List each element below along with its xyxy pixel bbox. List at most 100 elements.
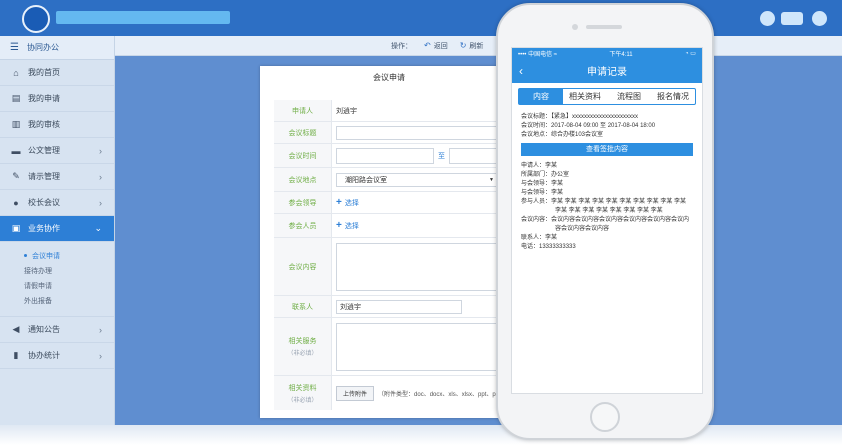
- toolbar-ops-label: 操作：: [391, 42, 412, 50]
- carrier-label: •••• 中国电信 ≈: [518, 51, 558, 58]
- speaker-grille: [586, 25, 622, 29]
- sidebar-item-principal-meetings[interactable]: ● 校长会议 ›: [0, 190, 114, 216]
- sidebar-subitem-reception[interactable]: 接待办理: [0, 263, 114, 278]
- contact-input[interactable]: 刘逍宇: [336, 299, 462, 314]
- content-info: 会议内容：会议内容会议内容会议内容会议内容会议内容会议内容会议内容会议内容: [521, 217, 690, 232]
- tab-flowchart[interactable]: 流程图: [607, 89, 651, 104]
- edit-icon: ✎: [12, 171, 20, 181]
- sidebar-item-label: 业务协作: [28, 224, 60, 233]
- content-textarea[interactable]: [336, 242, 506, 291]
- form-title: 会议申请: [373, 73, 405, 82]
- select-label: 选择: [344, 222, 359, 230]
- applicant-label: 申请人: [274, 100, 332, 121]
- user-icon: ●: [13, 197, 19, 208]
- attendees-info: 参与人员：李某 李某 李某 李某 李某 李某 李某 李某 李某 李某 李某 李某…: [521, 199, 687, 214]
- message-icon[interactable]: [781, 12, 803, 25]
- time-label: 会议时间: [274, 144, 332, 167]
- settings-icon[interactable]: [812, 11, 827, 26]
- sidebar-item-my-reviews[interactable]: ▥ 我的审核: [0, 112, 114, 138]
- phone-screen: •••• 中国电信 ≈ 下午4:11 ◔ ▭ ‹ 申请记录 内容 相关资料 流程…: [511, 47, 703, 394]
- form-row-leaders: 参会领导 + 选择: [274, 192, 518, 214]
- sidebar-item-home[interactable]: ⌂ 我的首页: [0, 60, 114, 86]
- status-bar: •••• 中国电信 ≈ 下午4:11 ◔ ▭: [512, 48, 702, 58]
- topic-input[interactable]: [336, 125, 506, 140]
- tab-materials[interactable]: 相关资料: [563, 89, 607, 104]
- home-icon: ⌂: [13, 67, 19, 78]
- sidebar-item-label: 我的申请: [28, 94, 60, 103]
- sidebar-header-label: 协同办公: [26, 43, 59, 52]
- sidebar-item-requests[interactable]: ✎ 请示管理 ›: [0, 164, 114, 190]
- logo: [22, 5, 50, 33]
- phone-content: 会议标题：【紧急】xxxxxxxxxxxxxxxxxxxxxx 会议时间：201…: [512, 105, 702, 252]
- meeting-topic: 会议标题：【紧急】xxxxxxxxxxxxxxxxxxxxxx: [521, 114, 639, 120]
- contact-input-value: 刘逍宇: [340, 303, 361, 311]
- bullet-icon: [24, 254, 27, 257]
- topic-label: 会议标题: [274, 122, 332, 143]
- sidebar-item-notices[interactable]: ◀ 通知公告 ›: [0, 317, 114, 343]
- sidebar-subitem-meeting-apply[interactable]: 会议申请: [0, 248, 114, 263]
- form-row-contact: 联系人 刘逍宇: [274, 296, 518, 318]
- book-icon: ▥: [11, 119, 21, 129]
- status-time: 下午4:11: [609, 51, 633, 58]
- menu-icon[interactable]: ☰: [10, 42, 19, 53]
- attach-label: 相关资料 （非必填）: [274, 376, 332, 410]
- undo-icon: ↶: [424, 41, 431, 50]
- sidebar-item-label: 我的首页: [28, 68, 60, 77]
- services-textarea[interactable]: [336, 322, 506, 371]
- sidebar-subitem-label: 请假申请: [24, 282, 52, 290]
- tab-content[interactable]: 内容: [519, 89, 563, 104]
- sidebar-item-label: 通知公告: [28, 325, 60, 334]
- sidebar-header[interactable]: ☰ 协同办公: [0, 36, 114, 60]
- attach-optional-note: （非必填）: [287, 397, 318, 404]
- user-avatar-icon[interactable]: [760, 11, 775, 26]
- sidebar-item-label: 协办统计: [28, 351, 60, 360]
- refresh-button[interactable]: ↻ 刷新: [460, 41, 484, 51]
- sidebar-item-label: 请示管理: [28, 172, 60, 181]
- refresh-icon: ↻: [459, 41, 467, 50]
- form-row-content: 会议内容: [274, 238, 518, 296]
- chevron-down-icon: ⌄: [94, 223, 102, 233]
- toolbar: 操作： ↶ 返回 ↻ 刷新: [115, 36, 842, 56]
- meeting-place: 会议地点：综合办楼103会议室: [521, 132, 604, 138]
- contact-info: 联系人：李某: [521, 235, 558, 241]
- applicant-info: 申请人：李某: [521, 163, 558, 169]
- place-select[interactable]: 潮阳路会议室 ▼: [336, 172, 498, 187]
- back-arrow-icon[interactable]: ‹: [519, 64, 523, 78]
- sidebar-item-business-collab[interactable]: ▣ 业务协作 ⌄: [0, 216, 114, 242]
- window-shadow: [0, 425, 842, 445]
- select-label: 选择: [344, 199, 359, 207]
- briefcase-icon: ▣: [11, 223, 21, 233]
- view-approval-button[interactable]: 查看签批内容: [521, 143, 693, 156]
- sidebar-subitem-leave[interactable]: 请假申请: [0, 278, 114, 293]
- department-info: 所属部门：办公室: [521, 172, 570, 178]
- plus-icon: +: [336, 220, 342, 231]
- chevron-right-icon: ›: [99, 197, 102, 208]
- attach-label-text: 相关资料: [288, 384, 317, 392]
- back-button[interactable]: ↶ 返回: [424, 41, 448, 51]
- select-attendees-button[interactable]: + 选择: [336, 220, 359, 231]
- sidebar-subitem-outing[interactable]: 外出报备: [0, 293, 114, 308]
- sidebar-item-my-applications[interactable]: ▤ 我的申请: [0, 86, 114, 112]
- content-label: 会议内容: [274, 238, 332, 295]
- form-row-place: 会议地点 潮阳路会议室 ▼: [274, 168, 518, 192]
- sidebar-item-statistics[interactable]: ▮ 协办统计 ›: [0, 343, 114, 369]
- plus-icon: +: [336, 197, 342, 208]
- dropdown-arrow-icon: ▼: [489, 176, 494, 183]
- meeting-time: 会议时间：2017-08-04 09:00 至 2017-08-04 18:00: [521, 123, 656, 129]
- main-content: 操作： ↶ 返回 ↻ 刷新 会议申请 申请人 刘逍宇 会议标题 会议时间 至 会…: [115, 36, 842, 425]
- services-optional-note: （非必填）: [287, 351, 318, 357]
- sidebar-item-label: 公文管理: [28, 146, 60, 155]
- sidebar-item-documents[interactable]: ▬ 公文管理 ›: [0, 138, 114, 164]
- place-select-value: 潮阳路会议室: [345, 176, 387, 184]
- form-row-applicant: 申请人 刘逍宇: [274, 100, 518, 122]
- sidebar: ☰ 协同办公 ⌂ 我的首页 ▤ 我的申请 ▥ 我的审核 ▬ 公文管理 › ✎ 请…: [0, 36, 115, 425]
- tab-registration[interactable]: 报名情况: [651, 89, 695, 104]
- start-time-input[interactable]: [336, 147, 434, 164]
- select-leaders-button[interactable]: + 选择: [336, 197, 359, 208]
- sidebar-subitem-label: 会议申请: [32, 252, 60, 260]
- refresh-button-label: 刷新: [469, 42, 484, 50]
- sidebar-item-label: 我的审核: [28, 120, 60, 129]
- home-button[interactable]: [590, 402, 620, 432]
- upload-attachment-button[interactable]: 上传附件: [336, 385, 375, 401]
- contact-label: 联系人: [274, 296, 332, 317]
